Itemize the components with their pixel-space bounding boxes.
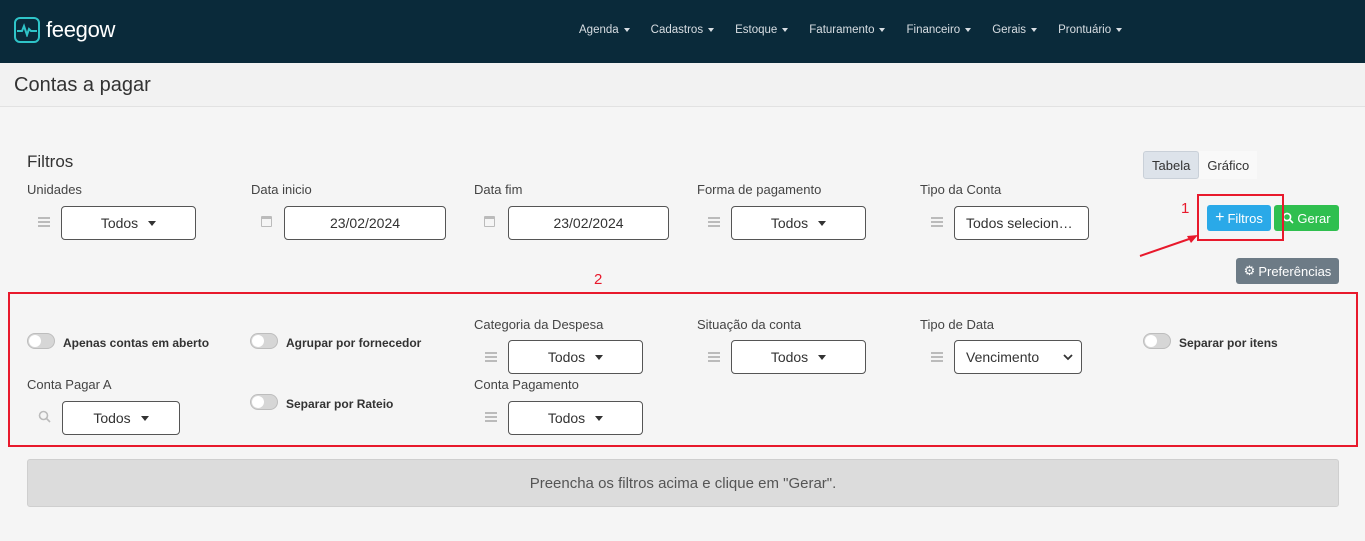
calendar-icon — [261, 216, 272, 227]
filters-title: Filtros — [27, 152, 74, 171]
page-header: Contas a pagar — [0, 63, 1365, 107]
agrupar-fornecedor-toggle[interactable] — [250, 333, 278, 349]
tab-tabela[interactable]: Tabela — [1143, 151, 1200, 179]
select-value: Todos — [770, 349, 809, 365]
caret-down-icon — [965, 28, 972, 32]
caret-down-icon — [1031, 28, 1038, 32]
list-icon — [38, 217, 50, 227]
forma-pagamento-select[interactable]: Todos — [731, 206, 866, 240]
nav-gerais[interactable]: Gerais — [992, 24, 1038, 36]
categoria-label: Categoria da Despesa — [474, 317, 604, 332]
separar-rateio-toggle[interactable] — [250, 394, 278, 410]
nav-estoque[interactable]: Estoque — [735, 24, 789, 36]
nav-label: Prontuário — [1058, 24, 1112, 36]
view-toggle: Tabela Gráfico — [1143, 151, 1258, 179]
annotation-box-1 — [1197, 194, 1284, 241]
nav-financeiro[interactable]: Financeiro — [906, 24, 972, 36]
button-label: Preferências — [1258, 263, 1332, 279]
conta-pagar-a-label: Conta Pagar A — [27, 377, 112, 392]
main-nav: Agenda Cadastros Estoque Faturamento Fin… — [579, 24, 1143, 36]
separar-itens-toggle[interactable] — [1143, 333, 1171, 349]
list-icon — [485, 352, 497, 362]
caret-down-icon — [782, 28, 789, 32]
nav-label: Estoque — [735, 24, 778, 36]
tipo-conta-label: Tipo da Conta — [920, 182, 1002, 197]
conta-pagamento-label: Conta Pagamento — [474, 377, 579, 392]
agrupar-fornecedor-label: Agrupar por fornecedor — [286, 336, 422, 350]
caret-down-icon — [595, 354, 604, 360]
list-icon — [931, 217, 943, 227]
nav-label: Financeiro — [906, 24, 961, 36]
caret-down-icon — [595, 415, 604, 421]
nav-cadastros[interactable]: Cadastros — [650, 24, 715, 36]
feegow-logo[interactable]: feegow — [14, 17, 115, 43]
list-icon — [485, 412, 497, 422]
input-value: 23/02/2024 — [329, 215, 401, 231]
annotation-number-1: 1 — [1181, 200, 1190, 217]
apenas-abertas-toggle[interactable] — [27, 333, 55, 349]
caret-down-icon — [1116, 28, 1123, 32]
separar-rateio-label: Separar por Rateio — [286, 397, 394, 411]
logo-icon — [14, 17, 40, 43]
tipo-conta-select[interactable]: Todos selecion… — [954, 206, 1089, 240]
gear-icon: ⚙ — [1243, 263, 1256, 278]
annotation-arrow-icon — [1139, 235, 1198, 257]
forma-pagamento-label: Forma de pagamento — [697, 182, 822, 197]
annotation-box-2 — [8, 292, 1358, 447]
search-icon — [38, 410, 51, 423]
select-value: Vencimento — [966, 349, 1040, 365]
unidades-label: Unidades — [27, 182, 82, 197]
select-value: Todos — [100, 215, 139, 231]
data-fim-label: Data fim — [474, 182, 523, 197]
caret-down-icon — [818, 354, 827, 360]
situacao-select[interactable]: Todos — [731, 340, 866, 374]
categoria-select[interactable]: Todos — [508, 340, 643, 374]
nav-faturamento[interactable]: Faturamento — [809, 24, 886, 36]
data-inicio-label: Data inicio — [251, 182, 312, 197]
select-value: Todos selecion… — [966, 215, 1073, 231]
input-value: 23/02/2024 — [553, 215, 624, 231]
search-icon — [1282, 212, 1294, 224]
unidades-select[interactable]: Todos — [61, 206, 196, 240]
empty-state-notice: Preencha os filtros acima e clique em "G… — [27, 459, 1339, 507]
caret-down-icon — [879, 28, 886, 32]
nav-label: Faturamento — [809, 24, 875, 36]
tab-grafico[interactable]: Gráfico — [1199, 151, 1258, 179]
conta-pagar-a-select[interactable]: Todos — [62, 401, 180, 435]
calendar-icon — [484, 216, 495, 227]
tipo-data-label: Tipo de Data — [920, 317, 994, 332]
conta-pagamento-select[interactable]: Todos — [508, 401, 643, 435]
list-icon — [708, 217, 720, 227]
caret-down-icon — [140, 415, 149, 421]
nav-label: Cadastros — [650, 24, 704, 36]
select-value: Todos — [547, 410, 586, 426]
list-icon — [708, 352, 720, 362]
caret-down-icon — [818, 220, 827, 226]
logo-text: feegow — [46, 17, 116, 42]
select-value: Todos — [770, 215, 809, 231]
annotation-number-2: 2 — [594, 271, 603, 288]
select-value: Todos — [547, 349, 586, 365]
chevron-down-icon — [1063, 353, 1073, 360]
top-navbar: feegow Agenda Cadastros Estoque Faturame… — [0, 0, 1365, 63]
button-label: Gerar — [1297, 210, 1331, 226]
nav-prontuario[interactable]: Prontuário — [1058, 24, 1123, 36]
select-value: Todos — [93, 410, 131, 426]
separar-itens-label: Separar por itens — [1179, 336, 1278, 350]
nav-label: Gerais — [992, 24, 1027, 36]
caret-down-icon — [148, 220, 157, 226]
page-title: Contas a pagar — [14, 74, 151, 96]
list-icon — [931, 352, 943, 362]
caret-down-icon — [708, 28, 715, 32]
situacao-label: Situação da conta — [697, 317, 802, 332]
preferencias-button[interactable]: ⚙ Preferências — [1236, 258, 1339, 284]
data-inicio-input[interactable]: 23/02/2024 — [284, 206, 446, 240]
data-fim-input[interactable]: 23/02/2024 — [508, 206, 669, 240]
nav-agenda[interactable]: Agenda — [579, 24, 630, 36]
tipo-data-select[interactable]: Vencimento — [954, 340, 1082, 374]
apenas-abertas-label: Apenas contas em aberto — [63, 336, 210, 350]
nav-label: Agenda — [579, 24, 619, 36]
caret-down-icon — [623, 28, 630, 32]
